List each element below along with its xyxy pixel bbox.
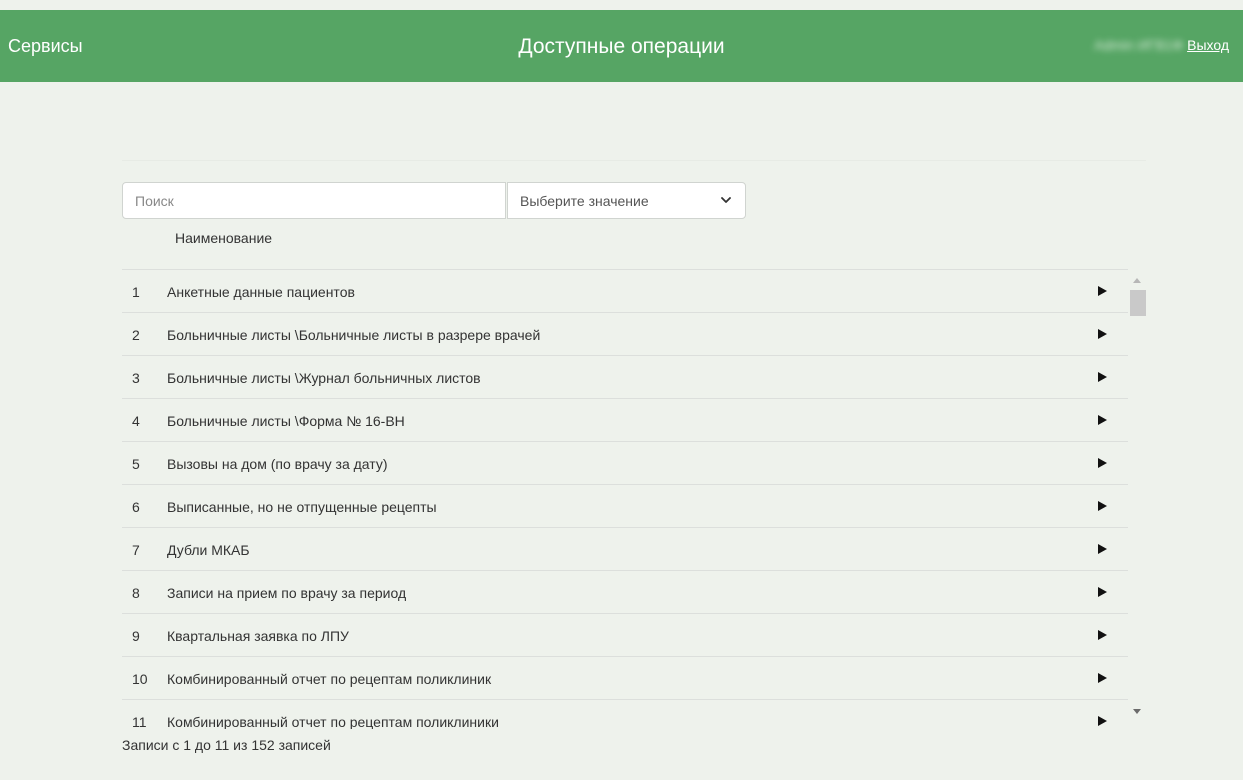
table-row[interactable]: 1 Анкетные данные пациентов xyxy=(122,270,1128,313)
top-bar: Сервисы Доступные операции Admin ИГВ1Ф В… xyxy=(0,10,1243,82)
play-arrow-icon[interactable] xyxy=(1098,587,1107,597)
row-name: Больничные листы \Журнал больничных лист… xyxy=(167,370,481,386)
user-block: Admin ИГВ1Ф Выход xyxy=(1094,36,1229,54)
row-number: 5 xyxy=(132,456,140,472)
row-number: 1 xyxy=(132,284,140,300)
row-number: 6 xyxy=(132,499,140,515)
row-name: Дубли МКАБ xyxy=(167,542,250,558)
column-header-name: Наименование xyxy=(175,230,273,246)
row-name: Квартальная заявка по ЛПУ xyxy=(167,628,349,644)
user-name: Admin ИГВ1Ф xyxy=(1094,37,1184,53)
value-select[interactable]: Выберите значение xyxy=(507,182,746,219)
operations-table: 1 Анкетные данные пациентов 2 Больничные… xyxy=(122,269,1128,729)
play-arrow-icon[interactable] xyxy=(1098,372,1107,382)
row-number: 10 xyxy=(132,671,148,687)
row-name: Анкетные данные пациентов xyxy=(167,284,355,300)
row-number: 7 xyxy=(132,542,140,558)
scroll-up-arrow-icon[interactable] xyxy=(1133,278,1141,283)
page-background: Сервисы Доступные операции Admin ИГВ1Ф В… xyxy=(0,0,1243,780)
table-row[interactable]: 3 Больничные листы \Журнал больничных ли… xyxy=(122,356,1128,399)
play-arrow-icon[interactable] xyxy=(1098,286,1107,296)
table-row[interactable]: 4 Больничные листы \Форма № 16-ВН xyxy=(122,399,1128,442)
row-name: Выписанные, но не отпущенные рецепты xyxy=(167,499,437,515)
row-number: 2 xyxy=(132,327,140,343)
row-number: 8 xyxy=(132,585,140,601)
row-number: 11 xyxy=(132,714,147,729)
play-arrow-icon[interactable] xyxy=(1098,673,1107,683)
row-name: Вызовы на дом (по врачу за дату) xyxy=(167,456,388,472)
page-title: Доступные операции xyxy=(518,35,725,58)
row-name: Комбинированный отчет по рецептам поликл… xyxy=(167,714,499,729)
logout-link[interactable]: Выход xyxy=(1187,36,1229,54)
chevron-down-icon xyxy=(719,194,733,208)
records-info: Записи с 1 до 11 из 152 записей xyxy=(122,737,331,753)
row-number: 4 xyxy=(132,413,140,429)
play-arrow-icon[interactable] xyxy=(1098,458,1107,468)
table-row[interactable]: 8 Записи на прием по врачу за период xyxy=(122,571,1128,614)
play-arrow-icon[interactable] xyxy=(1098,415,1107,425)
table-row[interactable]: 2 Больничные листы \Больничные листы в р… xyxy=(122,313,1128,356)
table-scrollbar[interactable] xyxy=(1128,272,1146,721)
row-number: 9 xyxy=(132,628,140,644)
row-name: Больничные листы \Больничные листы в раз… xyxy=(167,327,541,343)
table-row[interactable]: 10 Комбинированный отчет по рецептам пол… xyxy=(122,657,1128,700)
scrollbar-thumb[interactable] xyxy=(1130,290,1146,316)
row-name: Записи на прием по врачу за период xyxy=(167,585,407,601)
table-row[interactable]: 5 Вызовы на дом (по врачу за дату) xyxy=(122,442,1128,485)
scroll-down-arrow-icon[interactable] xyxy=(1133,709,1141,714)
select-value: Выберите значение xyxy=(520,192,649,209)
table-row[interactable]: 9 Квартальная заявка по ЛПУ xyxy=(122,614,1128,657)
play-arrow-icon[interactable] xyxy=(1098,544,1107,554)
play-arrow-icon[interactable] xyxy=(1098,630,1107,640)
play-arrow-icon[interactable] xyxy=(1098,716,1107,726)
row-name: Комбинированный отчет по рецептам поликл… xyxy=(167,671,492,687)
search-input[interactable] xyxy=(122,182,506,219)
table-row[interactable]: 6 Выписанные, но не отпущенные рецепты xyxy=(122,485,1128,528)
row-number: 3 xyxy=(132,370,140,386)
play-arrow-icon[interactable] xyxy=(1098,329,1107,339)
divider xyxy=(122,160,1146,161)
table-row[interactable]: 7 Дубли МКАБ xyxy=(122,528,1128,571)
table-row[interactable]: 11 Комбинированный отчет по рецептам пол… xyxy=(122,700,1128,729)
play-arrow-icon[interactable] xyxy=(1098,501,1107,511)
row-name: Больничные листы \Форма № 16-ВН xyxy=(167,413,405,429)
